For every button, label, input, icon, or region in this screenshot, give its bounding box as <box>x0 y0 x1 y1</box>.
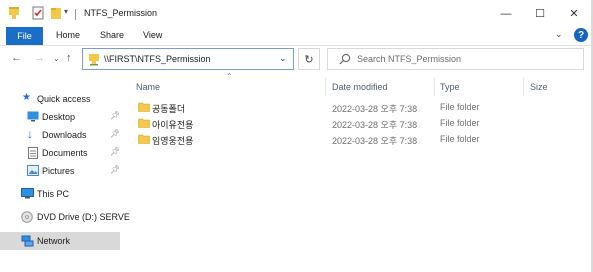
nav-item-desktop[interactable]: Desktop 📌︎ <box>0 108 120 126</box>
back-arrow-icon[interactable]: ← <box>11 52 22 64</box>
title-separator <box>75 9 76 20</box>
column-header-size[interactable]: Size <box>530 82 548 92</box>
pin-icon[interactable]: 📌︎ <box>110 129 120 138</box>
file-date-modified: 2022-03-28 오후 7:38 <box>332 120 418 130</box>
column-header-type[interactable]: Type <box>440 82 460 92</box>
refresh-button[interactable]: ↻ <box>298 48 320 70</box>
nav-item-downloads[interactable]: ↓ Downloads 📌︎ <box>0 126 120 144</box>
column-header-name[interactable]: Name <box>136 82 160 92</box>
ribbon-tabs: File Home Share View ⌄ ? <box>0 27 591 45</box>
network-icon <box>21 235 34 249</box>
minimize-button[interactable]: — <box>489 0 523 27</box>
pin-icon[interactable]: 📌︎ <box>110 147 120 156</box>
file-name[interactable]: 임영웅전용 <box>152 134 193 147</box>
network-folder-icon <box>88 53 100 68</box>
search-box[interactable]: Search NTFS_Permission <box>327 48 584 70</box>
address-bar[interactable]: \\FIRST\NTFS_Permission ⌄ <box>82 48 294 70</box>
file-date-modified: 2022-03-28 오후 7:38 <box>332 104 418 114</box>
maximize-button[interactable]: ☐ <box>523 0 557 27</box>
search-icon <box>339 53 351 67</box>
new-folder-icon[interactable] <box>50 6 62 22</box>
file-name[interactable]: 아이유전용 <box>152 118 193 131</box>
file-type: File folder <box>440 118 480 128</box>
tab-share[interactable]: Share <box>100 30 124 40</box>
refresh-icon: ↻ <box>304 53 314 66</box>
column-divider[interactable] <box>523 78 524 96</box>
pictures-icon <box>27 165 39 178</box>
window-title: NTFS_Permission <box>84 8 158 18</box>
address-path[interactable]: \\FIRST\NTFS_Permission <box>104 54 211 64</box>
forward-arrow-icon[interactable]: → <box>34 52 45 64</box>
properties-check-icon[interactable] <box>32 6 44 22</box>
file-name[interactable]: 공동폴더 <box>152 102 185 115</box>
help-icon[interactable]: ? <box>574 28 588 42</box>
address-dropdown-chevron-icon[interactable]: ⌄ <box>279 53 287 64</box>
explorer-window: ▾ NTFS_Permission — ☐ ✕ File Home Share … <box>0 0 593 272</box>
folder-icon <box>138 101 150 114</box>
star-icon: ★ <box>22 92 31 103</box>
up-arrow-icon[interactable]: ↑ <box>66 52 72 64</box>
file-date-modified: 2022-03-28 오후 7:38 <box>332 136 418 146</box>
tab-view[interactable]: View <box>143 30 162 40</box>
search-input[interactable]: Search NTFS_Permission <box>357 54 461 64</box>
nav-item-pictures[interactable]: Pictures 📌︎ <box>0 162 120 180</box>
tab-file[interactable]: File <box>6 27 43 45</box>
folder-icon <box>138 133 150 146</box>
pin-icon[interactable]: 📌︎ <box>110 165 120 174</box>
column-divider[interactable] <box>325 78 326 96</box>
table-row[interactable]: 임영웅전용 2022-03-28 오후 7:38 File folder <box>133 131 553 147</box>
tab-home[interactable]: Home <box>56 30 80 40</box>
recent-locations-chevron-icon[interactable]: ⌄ <box>53 54 60 63</box>
table-row[interactable]: 공동폴더 2022-03-28 오후 7:38 File folder <box>133 99 553 115</box>
nav-item-quick-access[interactable]: ★ Quick access <box>0 90 120 108</box>
column-divider[interactable] <box>434 78 435 96</box>
ribbon-expand-chevron-icon[interactable]: ⌄ <box>555 29 563 40</box>
sort-ascending-icon: ⌃ <box>226 72 233 81</box>
monitor-icon <box>21 188 34 201</box>
folder-icon <box>138 117 150 130</box>
download-arrow-icon: ↓ <box>27 127 33 141</box>
folder-icon <box>8 6 21 22</box>
navigation-pane: ★ Quick access Desktop 📌︎ ↓ Downloads 📌︎… <box>0 76 130 272</box>
close-button[interactable]: ✕ <box>557 0 591 27</box>
dvd-icon <box>21 211 33 225</box>
nav-item-dvd-drive[interactable]: DVD Drive (D:) SERVE <box>0 208 130 226</box>
customize-dropdown-icon[interactable]: ▾ <box>64 7 68 16</box>
nav-item-documents[interactable]: Documents 📌︎ <box>0 144 120 162</box>
desktop-icon <box>27 111 39 124</box>
table-row[interactable]: 아이유전용 2022-03-28 오후 7:38 File folder <box>133 115 553 131</box>
nav-item-this-pc[interactable]: This PC <box>0 185 120 203</box>
documents-icon <box>28 147 38 161</box>
column-header-date-modified[interactable]: Date modified <box>332 82 388 92</box>
title-bar: ▾ NTFS_Permission — ☐ ✕ <box>0 0 591 27</box>
ribbon-divider <box>0 45 591 46</box>
file-type: File folder <box>440 102 480 112</box>
pin-icon[interactable]: 📌︎ <box>110 111 120 120</box>
nav-item-network[interactable]: Network <box>0 232 120 250</box>
file-type: File folder <box>440 134 480 144</box>
